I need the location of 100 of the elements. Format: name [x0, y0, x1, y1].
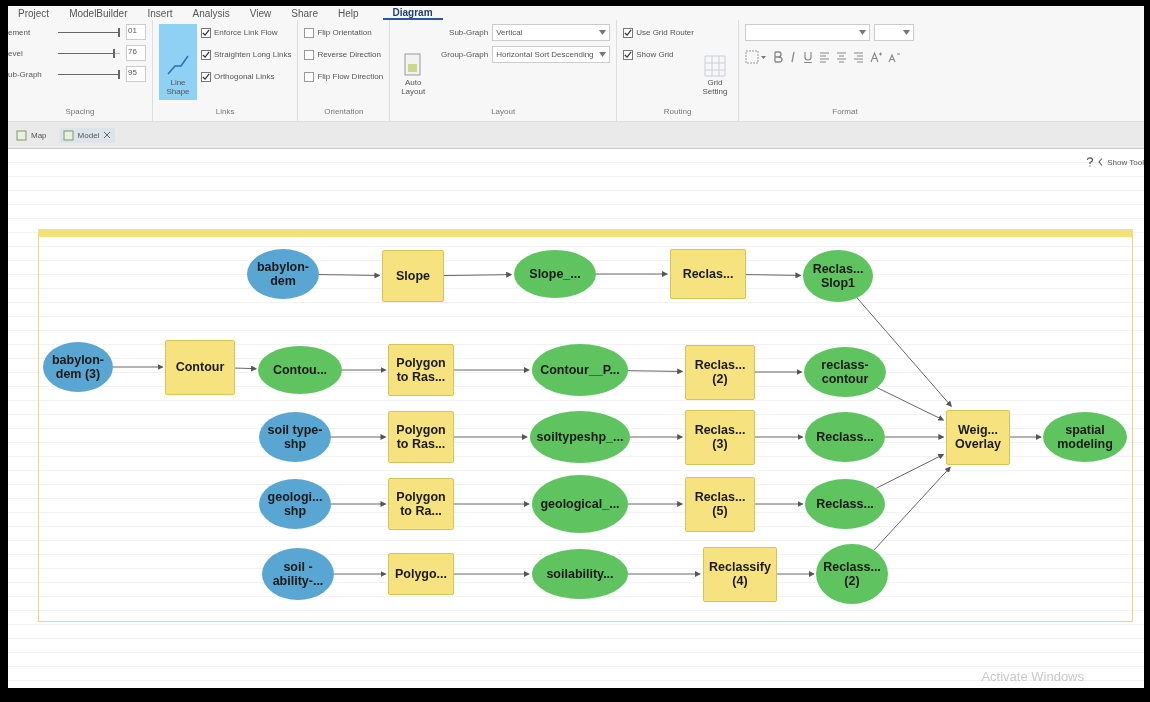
output-data-node[interactable]: reclass-contour [804, 347, 886, 397]
output-data-node[interactable]: Contour__P... [532, 344, 628, 396]
ribbon-tab[interactable]: Share [281, 7, 328, 19]
input-data-node[interactable]: babylon-dem [247, 249, 319, 299]
connector-arrow [627, 368, 684, 375]
checkbox-option[interactable]: Reverse Direction [304, 46, 381, 63]
checkbox-option[interactable]: Show Grid [623, 46, 694, 63]
check-icon [202, 28, 210, 37]
ribbon-tab[interactable]: ModelBuilder [59, 7, 138, 19]
caret-icon [599, 52, 607, 57]
output-data-node[interactable]: Contou... [258, 346, 342, 394]
input-data-node[interactable]: soil - ability-... [262, 548, 334, 600]
connector-arrow [627, 501, 684, 507]
group-label: Orientation [323, 107, 365, 118]
tool-node[interactable]: Reclas... (2) [685, 344, 755, 400]
tab-icon [62, 129, 74, 141]
connector-arrow [754, 434, 804, 440]
border-icon[interactable] [745, 50, 767, 64]
group-label: Spacing [64, 107, 96, 118]
output-data-node[interactable]: Reclass... [805, 479, 885, 529]
output-data-node[interactable]: Reclass... (2) [816, 544, 888, 604]
input-data-node[interactable]: geologi... shp [259, 479, 331, 529]
bold-icon[interactable] [773, 51, 783, 63]
checkbox-option[interactable]: Straighten Long Links [201, 46, 292, 63]
tool-node[interactable]: Polygo... [388, 553, 454, 595]
tool-node[interactable]: Reclas... [670, 249, 746, 299]
align-right-icon[interactable] [853, 51, 864, 63]
shrink-font-icon[interactable] [888, 51, 900, 63]
connector-arrow [1009, 434, 1042, 440]
font-size-dropdown[interactable] [874, 24, 914, 41]
grid-setting-button[interactable]: Grid Setting [698, 24, 732, 100]
connector-arrow [745, 272, 802, 279]
show-tools-button[interactable]: Show Tool [1107, 157, 1144, 167]
output-data-node[interactable]: Reclas... Slop1 [803, 250, 873, 302]
tool-node[interactable]: Slope [382, 250, 444, 302]
slider-label: evel [8, 48, 24, 58]
chevron-left-icon[interactable] [1098, 158, 1104, 166]
italic-icon[interactable] [789, 51, 797, 63]
caret-icon [903, 30, 910, 35]
check-icon [202, 72, 210, 81]
document-tab[interactable]: Model [58, 127, 116, 143]
connector-arrow [333, 571, 387, 577]
layout-dropdown[interactable]: Horizontal Sort Descending [492, 46, 611, 63]
output-data-node[interactable]: spatial modeling [1043, 412, 1127, 462]
check-icon [624, 50, 633, 59]
align-center-icon[interactable] [836, 51, 847, 63]
checkbox-option[interactable]: Enforce Link Flow [201, 24, 292, 41]
tool-node[interactable]: Polygon to Ras... [388, 344, 454, 396]
tool-node[interactable]: Polygon to Ra... [388, 478, 454, 530]
tool-node[interactable]: Contour [165, 339, 235, 395]
connector-arrow [330, 501, 387, 507]
ribbon-tab[interactable]: Project [8, 7, 60, 19]
close-icon[interactable] [103, 131, 112, 139]
input-data-node[interactable]: babylon-dem (3) [43, 342, 113, 392]
caret-icon [599, 30, 607, 35]
checkbox-option[interactable]: Flip Orientation [304, 24, 372, 41]
connector-arrow [884, 434, 945, 440]
ribbon-tab[interactable]: Analysis [182, 7, 240, 19]
connector-arrow [754, 501, 804, 507]
ribbon-tab[interactable]: Help [327, 7, 369, 19]
ribbon-tab[interactable]: View [239, 7, 282, 19]
check-icon [624, 28, 633, 37]
underline-icon[interactable] [803, 51, 813, 63]
tab-icon [16, 129, 27, 141]
tool-node[interactable]: Reclassify (4) [703, 546, 777, 602]
document-tab[interactable]: Map [12, 127, 51, 143]
spacing-value-field[interactable]: 01 [126, 24, 146, 40]
input-data-node[interactable]: soil type-shp [259, 412, 331, 462]
connector-arrow [341, 367, 387, 373]
checkbox-option[interactable]: Use Grid Router [623, 24, 694, 41]
line-shape-button[interactable]: Line Shape [159, 24, 197, 100]
connector-arrow [318, 272, 381, 279]
document-icon [403, 52, 424, 78]
spacing-value-field[interactable]: 95 [126, 66, 146, 82]
layout-dropdown[interactable]: Vertical [492, 24, 611, 41]
tool-node[interactable]: Reclas... (3) [685, 409, 755, 465]
output-data-node[interactable]: soilability... [532, 549, 628, 599]
grid-icon [703, 54, 727, 78]
checkbox-option[interactable]: Orthogonal Links [201, 68, 292, 85]
grow-font-icon[interactable] [870, 51, 882, 63]
slider-label: ub-Graph [8, 69, 43, 79]
tool-node[interactable]: Weig... Overlay [946, 409, 1010, 465]
connector-arrow [629, 434, 684, 440]
tool-node[interactable]: Reclas... (5) [685, 476, 755, 532]
auto-layout-button[interactable]: Auto Layout [396, 24, 431, 100]
ribbon-tab[interactable]: Insert [137, 7, 183, 19]
checkbox-option[interactable]: Flip Flow Direction [304, 68, 384, 85]
group-label: Layout [490, 107, 517, 118]
help-icon[interactable] [1086, 157, 1095, 167]
output-data-node[interactable]: Reclass... [805, 412, 885, 462]
output-data-node[interactable]: Slope_... [514, 250, 596, 298]
align-left-icon[interactable] [819, 51, 830, 63]
output-data-node[interactable]: soiltypeshp_... [530, 411, 630, 463]
group-label: Links [214, 107, 236, 118]
spacing-value-field[interactable]: 76 [126, 45, 146, 61]
output-data-node[interactable]: geological_... [532, 475, 628, 533]
field-label: Sub-Graph [448, 28, 489, 37]
tool-node[interactable]: Polygon to Ras... [388, 411, 454, 463]
group-label: Routing [662, 107, 693, 118]
connector-arrow [330, 434, 387, 440]
